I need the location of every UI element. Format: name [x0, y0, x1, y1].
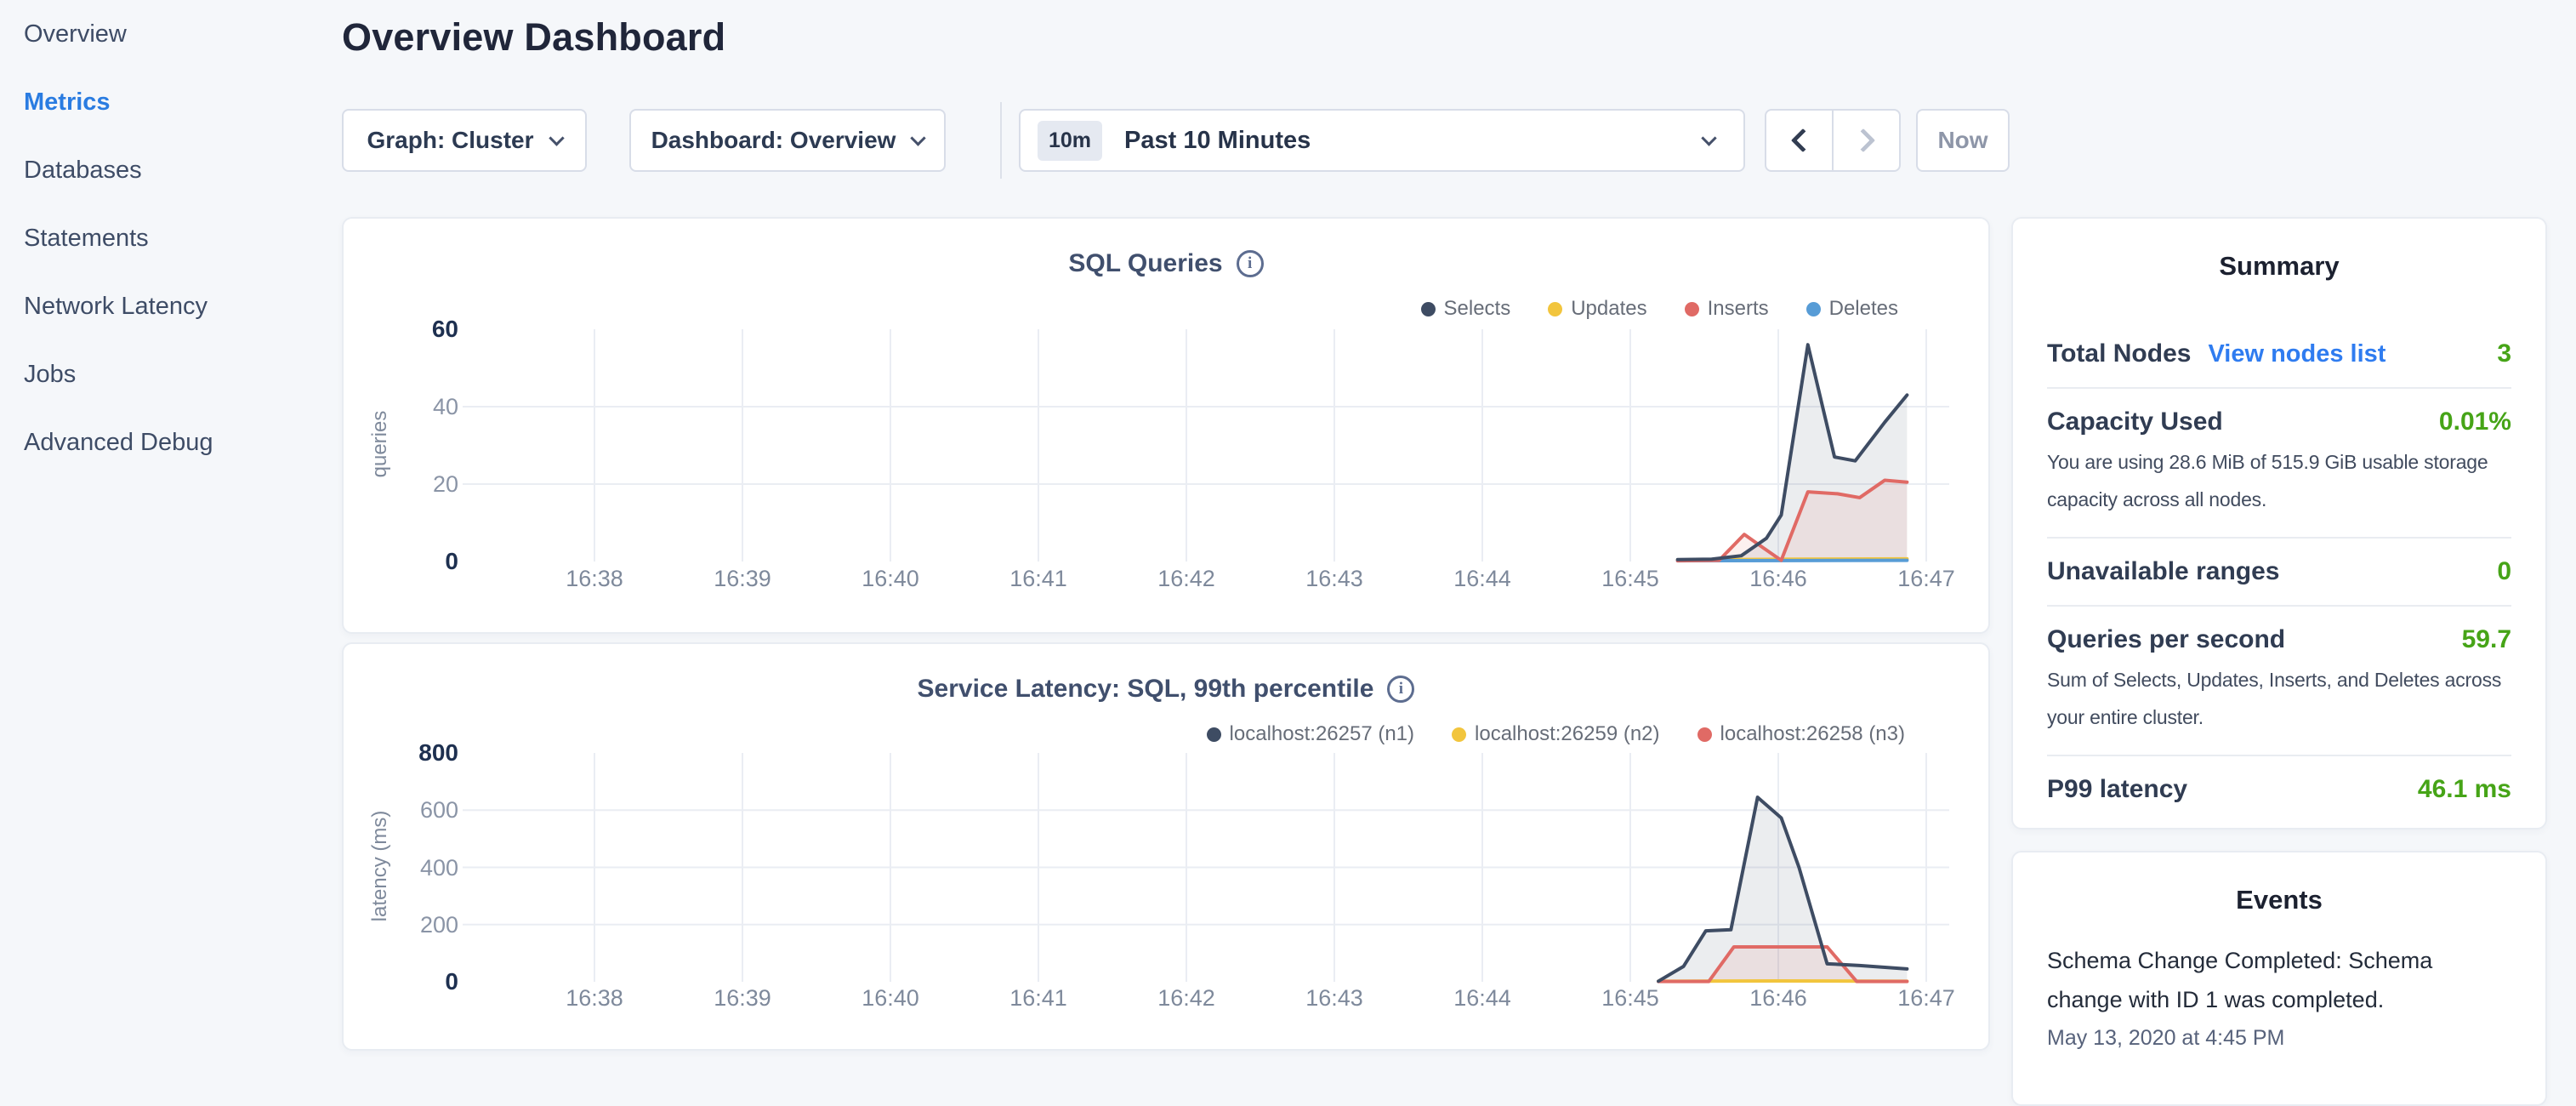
summary-row-label: Capacity Used	[2047, 408, 2223, 436]
events-panel: Events Schema Change Completed: Schema c…	[2011, 851, 2547, 1106]
x-tick-label: 16:39	[674, 985, 810, 1012]
x-tick-label: 16:38	[526, 566, 662, 592]
y-tick-label: 800	[390, 739, 458, 767]
summary-row-total-nodes: Total Nodes View nodes list 3	[2047, 321, 2511, 389]
sidebar: OverviewMetricsDatabasesStatementsNetwor…	[0, 0, 340, 1052]
x-tick-label: 16:40	[822, 566, 958, 592]
summary-row-value: 46.1 ms	[2418, 775, 2511, 804]
x-tick-label: 16:46	[1710, 566, 1846, 592]
x-tick-label: 16:41	[970, 566, 1106, 592]
chevron-left-icon	[1790, 128, 1814, 152]
summary-rows: Total Nodes View nodes list 3 Capacity Used…	[2047, 321, 2511, 823]
sidebar-item-metrics[interactable]: Metrics	[0, 68, 340, 136]
summary-row-head: Total Nodes View nodes list 3	[2047, 339, 2511, 368]
chart-plot[interactable]	[344, 219, 1988, 610]
summary-row-value: 59.7	[2462, 625, 2511, 654]
summary-row-label: P99 latency	[2047, 775, 2187, 804]
x-tick-label: 16:41	[970, 985, 1106, 1012]
summary-row-p99-latency: P99 latency 46.1 ms	[2047, 756, 2511, 823]
y-tick-label: 0	[390, 968, 458, 995]
chevron-down-icon	[549, 130, 564, 145]
summary-row-head: Capacity Used 0.01%	[2047, 408, 2511, 436]
chevron-right-icon	[1851, 128, 1874, 152]
x-tick-label: 16:38	[526, 985, 662, 1012]
view-nodes-link[interactable]: View nodes list	[2208, 340, 2386, 368]
graph-dropdown[interactable]: Graph: Cluster	[342, 109, 587, 172]
x-tick-label: 16:42	[1118, 566, 1254, 592]
y-tick-label: 40	[390, 393, 458, 420]
summary-row-head: Queries per second 59.7	[2047, 625, 2511, 654]
x-tick-label: 16:43	[1266, 985, 1402, 1012]
x-tick-label: 16:47	[1858, 566, 1994, 592]
summary-row-head: Unavailable ranges 0	[2047, 557, 2511, 586]
prev-interval-button[interactable]	[1766, 111, 1832, 170]
x-tick-label: 16:45	[1562, 566, 1698, 592]
x-tick-label: 16:42	[1118, 985, 1254, 1012]
chevron-down-icon	[1701, 130, 1716, 145]
y-tick-label: 400	[390, 854, 458, 881]
x-tick-label: 16:44	[1414, 566, 1550, 592]
sidebar-item-jobs[interactable]: Jobs	[0, 340, 340, 408]
summary-row-value: 0.01%	[2439, 408, 2511, 436]
summary-row-head: P99 latency 46.1 ms	[2047, 775, 2511, 804]
summary-row-label: Unavailable ranges	[2047, 557, 2279, 586]
event-timestamp: May 13, 2020 at 4:45 PM	[2047, 1026, 2511, 1051]
x-tick-label: 16:43	[1266, 566, 1402, 592]
summary-panel: Summary Total Nodes View nodes list 3 Capac…	[2011, 217, 2547, 830]
time-range-dropdown[interactable]: 10m Past 10 Minutes	[1019, 109, 1745, 172]
summary-row-value: 3	[2497, 339, 2511, 368]
summary-title: Summary	[2013, 251, 2545, 282]
x-tick-label: 16:45	[1562, 985, 1698, 1012]
event-text: Schema Change Completed: Schema change w…	[2047, 941, 2481, 1019]
dashboard-dropdown-label: Dashboard: Overview	[651, 127, 896, 154]
controls-divider	[1000, 102, 1002, 179]
summary-row-description: You are using 28.6 MiB of 515.9 GiB usab…	[2047, 443, 2511, 518]
summary-row-capacity-used: Capacity Used 0.01% You are using 28.6 MiB…	[2047, 389, 2511, 539]
sql-queries-chart-card: SQL Queries i SelectsUpdatesInsertsDelet…	[342, 217, 1990, 634]
service-latency-chart-card: Service Latency: SQL, 99th percentile i …	[342, 642, 1990, 1051]
chevron-down-icon	[911, 130, 926, 145]
sidebar-item-overview[interactable]: Overview	[0, 0, 340, 68]
events-list: Schema Change Completed: Schema change w…	[2047, 941, 2511, 1051]
sidebar-item-advanced-debug[interactable]: Advanced Debug	[0, 408, 340, 476]
x-tick-label: 16:47	[1858, 985, 1994, 1012]
graph-dropdown-label: Graph: Cluster	[367, 127, 533, 154]
event-item: Schema Change Completed: Schema change w…	[2047, 941, 2511, 1051]
sidebar-item-statements[interactable]: Statements	[0, 204, 340, 272]
now-button[interactable]: Now	[1916, 109, 2010, 172]
time-range-label: Past 10 Minutes	[1124, 127, 1311, 155]
events-title: Events	[2013, 885, 2545, 915]
summary-row-label: Queries per second	[2047, 625, 2285, 654]
y-tick-label: 200	[390, 911, 458, 938]
time-range-badge: 10m	[1038, 121, 1102, 161]
x-tick-label: 16:40	[822, 985, 958, 1012]
sidebar-item-databases[interactable]: Databases	[0, 136, 340, 204]
x-tick-label: 16:44	[1414, 985, 1550, 1012]
summary-row-queries-per-second: Queries per second 59.7 Sum of Selects, Up…	[2047, 607, 2511, 756]
time-step-buttons	[1765, 109, 1901, 172]
summary-row-value: 0	[2497, 557, 2511, 586]
summary-row-label: Total Nodes	[2047, 339, 2191, 368]
y-tick-label: 0	[390, 548, 458, 575]
x-tick-label: 16:46	[1710, 985, 1846, 1012]
sidebar-item-network-latency[interactable]: Network Latency	[0, 272, 340, 340]
summary-row-description: Sum of Selects, Updates, Inserts, and De…	[2047, 661, 2511, 736]
summary-row-unavailable-ranges: Unavailable ranges 0	[2047, 539, 2511, 607]
y-tick-label: 60	[390, 316, 458, 343]
next-interval-button[interactable]	[1832, 111, 1899, 170]
dashboard-dropdown[interactable]: Dashboard: Overview	[629, 109, 946, 172]
page-title: Overview Dashboard	[342, 15, 725, 60]
x-tick-label: 16:39	[674, 566, 810, 592]
chart-plot[interactable]	[344, 644, 1988, 1027]
y-tick-label: 600	[390, 796, 458, 824]
y-tick-label: 20	[390, 470, 458, 498]
